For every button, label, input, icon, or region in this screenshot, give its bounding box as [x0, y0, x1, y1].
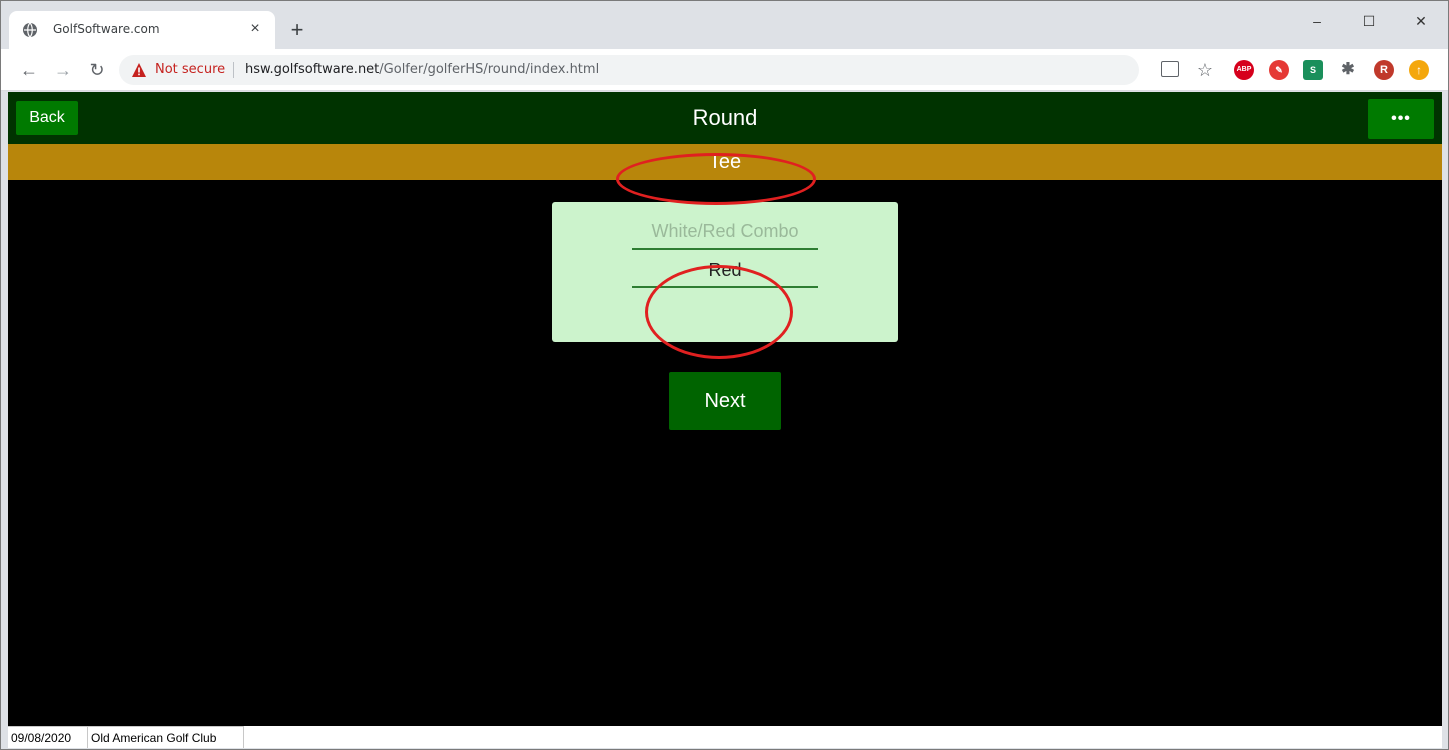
browser-tab[interactable]: GolfSoftware.com ×: [9, 11, 275, 49]
new-tab-icon[interactable]: +: [285, 19, 309, 43]
url-text[interactable]: hsw.golfsoftware.net/Golfer/golferHS/rou…: [245, 62, 599, 77]
tab-title: GolfSoftware.com: [53, 22, 160, 36]
next-button[interactable]: Next: [669, 372, 781, 430]
page-title: Round: [692, 105, 758, 130]
browser-toolbar: ← → ↻ Not secure hsw.golfsoftware.net/Go…: [1, 49, 1448, 91]
maximize-icon[interactable]: ☐: [1343, 1, 1395, 41]
back-button[interactable]: Back: [16, 101, 78, 135]
extension-icon[interactable]: S: [1303, 60, 1323, 80]
page-content: Round Back ••• Tee White/Red Combo Red N…: [8, 92, 1442, 726]
adblock-icon[interactable]: ABP: [1234, 60, 1254, 80]
close-tab-icon[interactable]: ×: [245, 19, 265, 39]
status-club: Old American Golf Club: [88, 726, 244, 748]
url-path: /Golfer/golferHS/round/index.html: [379, 62, 600, 77]
tee-option-selected[interactable]: Red: [552, 260, 898, 281]
tab-strip: GolfSoftware.com × + – ☐ ✕: [1, 1, 1448, 49]
update-icon[interactable]: ↑: [1409, 60, 1429, 80]
profile-icon[interactable]: R: [1374, 60, 1394, 80]
extension-icon[interactable]: ✎: [1269, 60, 1289, 80]
security-label[interactable]: Not secure: [155, 62, 225, 77]
picker-divider: [632, 248, 818, 250]
cast-icon[interactable]: [1161, 61, 1179, 77]
app-header: Round Back •••: [8, 92, 1442, 144]
tee-picker[interactable]: White/Red Combo Red: [552, 202, 898, 342]
tee-option[interactable]: White/Red Combo: [552, 221, 898, 242]
star-icon[interactable]: ☆: [1195, 60, 1215, 80]
close-window-icon[interactable]: ✕: [1395, 1, 1447, 41]
minimize-icon[interactable]: –: [1291, 1, 1343, 41]
status-date: 09/08/2020: [8, 726, 88, 748]
forward-icon[interactable]: →: [51, 58, 75, 82]
section-header: Tee: [8, 144, 1442, 180]
browser-window: GolfSoftware.com × + – ☐ ✕ ← → ↻ Not sec…: [0, 0, 1449, 750]
reload-icon[interactable]: ↻: [85, 58, 109, 82]
status-bar: 09/08/2020 Old American Golf Club: [8, 726, 1442, 748]
omnibox-divider: [233, 62, 234, 78]
more-options-button[interactable]: •••: [1368, 99, 1434, 139]
picker-divider: [632, 286, 818, 288]
url-host: hsw.golfsoftware.net: [245, 62, 380, 77]
puzzle-icon[interactable]: ✱: [1338, 60, 1358, 80]
warning-icon: [132, 63, 146, 77]
back-icon[interactable]: ←: [17, 58, 41, 82]
address-bar[interactable]: Not secure hsw.golfsoftware.net/Golfer/g…: [119, 55, 1139, 85]
globe-icon: [23, 22, 37, 38]
